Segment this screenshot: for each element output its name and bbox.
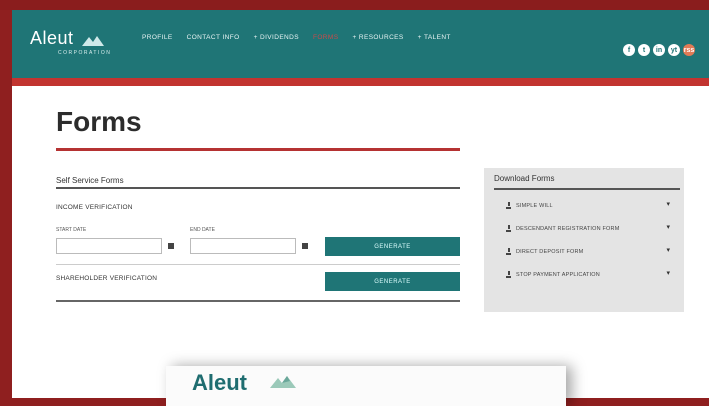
self-service-title: Self Service Forms bbox=[56, 176, 124, 185]
nav-item-dividends[interactable]: + DIVIDENDS bbox=[254, 34, 299, 41]
main-content: Forms Self Service Forms INCOME VERIFICA… bbox=[12, 86, 709, 406]
section-divider bbox=[56, 264, 460, 265]
self-service-bottom-divider bbox=[56, 300, 460, 302]
preview-logo-word: Aleut bbox=[192, 370, 247, 395]
logo-preview-card: Aleut bbox=[166, 366, 566, 406]
download-item-label: DIRECT DEPOSIT FORM bbox=[516, 248, 584, 255]
social-links: f t in yt rss bbox=[623, 44, 695, 56]
nav-item-forms[interactable]: FORMS bbox=[313, 34, 338, 41]
calendar-icon[interactable] bbox=[166, 241, 176, 251]
main-nav: PROFILE CONTACT INFO + DIVIDENDS FORMS +… bbox=[142, 34, 451, 41]
download-item-label: STOP PAYMENT APPLICATION bbox=[516, 271, 600, 278]
rss-icon[interactable]: rss bbox=[683, 44, 695, 56]
chevron-down-icon[interactable]: ▾ bbox=[666, 223, 670, 231]
end-date-label: END DATE bbox=[190, 227, 215, 233]
download-forms-title: Download Forms bbox=[494, 174, 555, 183]
income-verification-label: INCOME VERIFICATION bbox=[56, 204, 133, 211]
chevron-down-icon[interactable]: ▾ bbox=[666, 246, 670, 254]
site-header: Aleut CORPORATION PROFILE CONTACT INFO +… bbox=[12, 10, 709, 78]
download-item-label: SIMPLE WILL bbox=[516, 202, 553, 209]
facebook-icon[interactable]: f bbox=[623, 44, 635, 56]
nav-item-contact-info[interactable]: CONTACT INFO bbox=[187, 34, 240, 41]
top-strip bbox=[0, 0, 709, 10]
self-service-divider bbox=[56, 187, 460, 189]
logo-word: Aleut bbox=[30, 28, 74, 48]
download-forms-panel: Download Forms SIMPLE WILL ▾ DESCENDANT … bbox=[484, 168, 684, 312]
youtube-icon[interactable]: yt bbox=[668, 44, 680, 56]
logo[interactable]: Aleut CORPORATION bbox=[30, 28, 111, 56]
mountain-icon bbox=[81, 35, 104, 46]
end-date-input[interactable] bbox=[190, 238, 296, 254]
nav-item-resources[interactable]: + RESOURCES bbox=[352, 34, 403, 41]
chevron-down-icon[interactable]: ▾ bbox=[666, 200, 670, 208]
download-item-simple-will[interactable]: SIMPLE WILL bbox=[506, 202, 553, 209]
download-item-stop-payment[interactable]: STOP PAYMENT APPLICATION bbox=[506, 271, 600, 278]
download-icon bbox=[506, 248, 511, 255]
linkedin-icon[interactable]: in bbox=[653, 44, 665, 56]
accent-bar bbox=[12, 78, 709, 86]
page-title: Forms bbox=[56, 106, 142, 137]
calendar-icon[interactable] bbox=[300, 241, 310, 251]
download-item-direct-deposit[interactable]: DIRECT DEPOSIT FORM bbox=[506, 248, 583, 255]
chevron-down-icon[interactable]: ▾ bbox=[666, 269, 670, 277]
download-icon bbox=[506, 271, 511, 278]
download-icon bbox=[506, 225, 511, 232]
download-item-descendant-registration[interactable]: DESCENDANT REGISTRATION FORM bbox=[506, 225, 620, 232]
twitter-icon[interactable]: t bbox=[638, 44, 650, 56]
start-date-input[interactable] bbox=[56, 238, 162, 254]
download-forms-divider bbox=[494, 188, 680, 190]
nav-item-profile[interactable]: PROFILE bbox=[142, 34, 173, 41]
mountain-icon bbox=[270, 376, 296, 388]
generate-shareholder-button[interactable]: GENERATE bbox=[325, 272, 460, 291]
download-item-label: DESCENDANT REGISTRATION FORM bbox=[516, 225, 620, 232]
shareholder-verification-label: SHAREHOLDER VERIFICATION bbox=[56, 275, 158, 282]
title-divider bbox=[56, 148, 460, 151]
nav-item-talent[interactable]: + TALENT bbox=[418, 34, 451, 41]
start-date-label: START DATE bbox=[56, 227, 87, 233]
generate-income-button[interactable]: GENERATE bbox=[325, 237, 460, 256]
download-icon bbox=[506, 202, 511, 209]
logo-sub: CORPORATION bbox=[58, 50, 112, 56]
